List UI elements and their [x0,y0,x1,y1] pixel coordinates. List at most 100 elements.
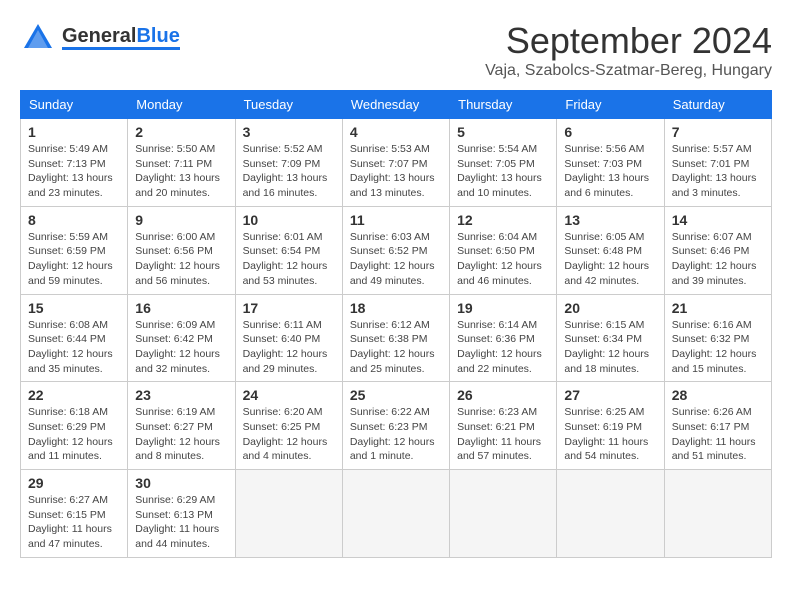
day-number: 29 [28,475,120,491]
day-info: Sunrise: 6:27 AM Sunset: 6:15 PM Dayligh… [28,493,120,552]
calendar-row: 8 Sunrise: 5:59 AM Sunset: 6:59 PM Daylig… [21,206,772,294]
calendar-cell: 30Sunrise: 6:29 AM Sunset: 6:13 PM Dayli… [128,470,235,558]
day-number: 1 [28,124,120,140]
day-info: Sunrise: 6:16 AM Sunset: 6:32 PM Dayligh… [672,318,764,377]
day-info: Sunrise: 5:56 AM Sunset: 7:03 PM Dayligh… [564,142,656,201]
day-info: Sunrise: 6:23 AM Sunset: 6:21 PM Dayligh… [457,405,549,464]
day-number: 5 [457,124,549,140]
day-info: Sunrise: 6:19 AM Sunset: 6:27 PM Dayligh… [135,405,227,464]
calendar-cell: 8 Sunrise: 5:59 AM Sunset: 6:59 PM Daylig… [21,206,128,294]
day-number: 21 [672,300,764,316]
calendar-row: 1Sunrise: 5:49 AM Sunset: 7:13 PM Daylig… [21,119,772,207]
day-number: 27 [564,387,656,403]
day-info: Sunrise: 6:09 AM Sunset: 6:42 PM Dayligh… [135,318,227,377]
header-thursday: Thursday [450,91,557,119]
calendar-table: Sunday Monday Tuesday Wednesday Thursday… [20,90,772,558]
day-info: Sunrise: 5:54 AM Sunset: 7:05 PM Dayligh… [457,142,549,201]
calendar-cell: 19 Sunrise: 6:14 AM Sunset: 6:36 PM Dayli… [450,294,557,382]
calendar-cell: 25 Sunrise: 6:22 AM Sunset: 6:23 PM Dayli… [342,382,449,470]
header-saturday: Saturday [664,91,771,119]
logo-general-text: General [62,25,136,47]
calendar-cell: 12 Sunrise: 6:04 AM Sunset: 6:50 PM Dayli… [450,206,557,294]
calendar-cell: 17 Sunrise: 6:11 AM Sunset: 6:40 PM Dayli… [235,294,342,382]
month-title: September 2024 [485,20,772,62]
weekday-header-row: Sunday Monday Tuesday Wednesday Thursday… [21,91,772,119]
day-info: Sunrise: 6:22 AM Sunset: 6:23 PM Dayligh… [350,405,442,464]
day-number: 15 [28,300,120,316]
calendar-cell: 18Sunrise: 6:12 AM Sunset: 6:38 PM Dayli… [342,294,449,382]
calendar-row: 29 Sunrise: 6:27 AM Sunset: 6:15 PM Dayli… [21,470,772,558]
day-number: 18 [350,300,442,316]
day-number: 16 [135,300,227,316]
calendar-cell: 1Sunrise: 5:49 AM Sunset: 7:13 PM Daylig… [21,119,128,207]
calendar-cell: 13 Sunrise: 6:05 AM Sunset: 6:48 PM Dayli… [557,206,664,294]
day-number: 14 [672,212,764,228]
day-number: 6 [564,124,656,140]
day-number: 28 [672,387,764,403]
day-info: Sunrise: 6:08 AM Sunset: 6:44 PM Dayligh… [28,318,120,377]
calendar-cell [450,470,557,558]
day-number: 7 [672,124,764,140]
day-number: 8 [28,212,120,228]
calendar-cell: 5 Sunrise: 5:54 AM Sunset: 7:05 PM Daylig… [450,119,557,207]
day-number: 17 [243,300,335,316]
day-number: 12 [457,212,549,228]
day-info: Sunrise: 5:53 AM Sunset: 7:07 PM Dayligh… [350,142,442,201]
calendar-cell: 9Sunrise: 6:00 AM Sunset: 6:56 PM Daylig… [128,206,235,294]
title-section: September 2024 Vaja, Szabolcs-Szatmar-Be… [485,20,772,80]
day-info: Sunrise: 6:26 AM Sunset: 6:17 PM Dayligh… [672,405,764,464]
day-number: 19 [457,300,549,316]
calendar-cell: 27 Sunrise: 6:25 AM Sunset: 6:19 PM Dayli… [557,382,664,470]
day-info: Sunrise: 6:15 AM Sunset: 6:34 PM Dayligh… [564,318,656,377]
day-info: Sunrise: 6:04 AM Sunset: 6:50 PM Dayligh… [457,230,549,289]
calendar-cell: 3 Sunrise: 5:52 AM Sunset: 7:09 PM Daylig… [235,119,342,207]
day-number: 13 [564,212,656,228]
day-info: Sunrise: 6:25 AM Sunset: 6:19 PM Dayligh… [564,405,656,464]
page-header: GeneralBlue September 2024 Vaja, Szabolc… [20,20,772,80]
day-number: 20 [564,300,656,316]
calendar-cell [664,470,771,558]
day-info: Sunrise: 6:18 AM Sunset: 6:29 PM Dayligh… [28,405,120,464]
day-number: 23 [135,387,227,403]
calendar-cell [557,470,664,558]
header-sunday: Sunday [21,91,128,119]
calendar-cell: 20 Sunrise: 6:15 AM Sunset: 6:34 PM Dayli… [557,294,664,382]
logo-icon [20,20,56,56]
day-number: 3 [243,124,335,140]
day-info: Sunrise: 5:59 AM Sunset: 6:59 PM Dayligh… [28,230,120,289]
day-info: Sunrise: 6:11 AM Sunset: 6:40 PM Dayligh… [243,318,335,377]
calendar-cell: 22Sunrise: 6:18 AM Sunset: 6:29 PM Dayli… [21,382,128,470]
day-info: Sunrise: 6:01 AM Sunset: 6:54 PM Dayligh… [243,230,335,289]
day-number: 25 [350,387,442,403]
day-info: Sunrise: 5:50 AM Sunset: 7:11 PM Dayligh… [135,142,227,201]
calendar-cell: 6 Sunrise: 5:56 AM Sunset: 7:03 PM Daylig… [557,119,664,207]
calendar-cell: 14 Sunrise: 6:07 AM Sunset: 6:46 PM Dayli… [664,206,771,294]
header-monday: Monday [128,91,235,119]
day-info: Sunrise: 5:52 AM Sunset: 7:09 PM Dayligh… [243,142,335,201]
calendar-cell: 24 Sunrise: 6:20 AM Sunset: 6:25 PM Dayli… [235,382,342,470]
calendar-cell: 21 Sunrise: 6:16 AM Sunset: 6:32 PM Dayli… [664,294,771,382]
header-tuesday: Tuesday [235,91,342,119]
day-number: 10 [243,212,335,228]
header-wednesday: Wednesday [342,91,449,119]
day-number: 30 [135,475,227,491]
calendar-cell: 7Sunrise: 5:57 AM Sunset: 7:01 PM Daylig… [664,119,771,207]
day-info: Sunrise: 6:05 AM Sunset: 6:48 PM Dayligh… [564,230,656,289]
calendar-cell: 28 Sunrise: 6:26 AM Sunset: 6:17 PM Dayli… [664,382,771,470]
day-info: Sunrise: 6:07 AM Sunset: 6:46 PM Dayligh… [672,230,764,289]
calendar-cell: 2 Sunrise: 5:50 AM Sunset: 7:11 PM Daylig… [128,119,235,207]
logo: GeneralBlue [20,20,180,56]
day-number: 26 [457,387,549,403]
calendar-cell: 23 Sunrise: 6:19 AM Sunset: 6:27 PM Dayli… [128,382,235,470]
day-info: Sunrise: 6:00 AM Sunset: 6:56 PM Dayligh… [135,230,227,289]
day-info: Sunrise: 6:14 AM Sunset: 6:36 PM Dayligh… [457,318,549,377]
calendar-row: 22Sunrise: 6:18 AM Sunset: 6:29 PM Dayli… [21,382,772,470]
day-info: Sunrise: 6:20 AM Sunset: 6:25 PM Dayligh… [243,405,335,464]
calendar-cell: 26 Sunrise: 6:23 AM Sunset: 6:21 PM Dayli… [450,382,557,470]
day-number: 2 [135,124,227,140]
calendar-cell: 4Sunrise: 5:53 AM Sunset: 7:07 PM Daylig… [342,119,449,207]
calendar-cell [235,470,342,558]
calendar-cell: 29 Sunrise: 6:27 AM Sunset: 6:15 PM Dayli… [21,470,128,558]
day-number: 24 [243,387,335,403]
header-friday: Friday [557,91,664,119]
